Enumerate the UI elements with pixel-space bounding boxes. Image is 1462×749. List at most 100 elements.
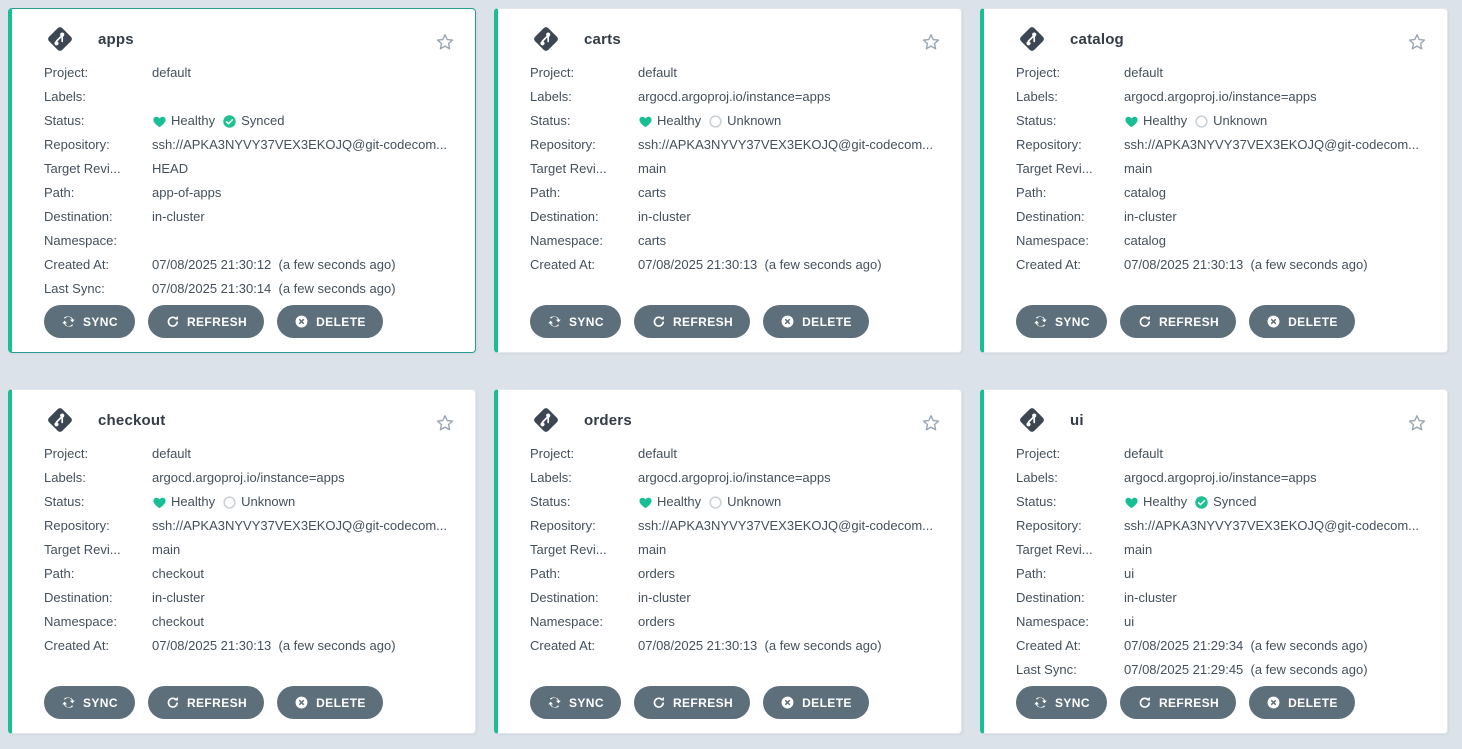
sync-button-label: SYNC bbox=[569, 315, 604, 329]
sync-button[interactable]: SYNC bbox=[530, 686, 621, 719]
field-row-target-revision: Target Revi... HEAD bbox=[44, 157, 447, 181]
field-label: Created At: bbox=[44, 634, 152, 658]
app-title[interactable]: apps bbox=[98, 31, 134, 48]
sync-button[interactable]: SYNC bbox=[530, 305, 621, 338]
delete-button[interactable]: DELETE bbox=[1249, 686, 1355, 719]
field-row-status: Status: Healthy bbox=[44, 109, 447, 133]
card-header: checkout bbox=[44, 402, 447, 438]
field-label: Destination: bbox=[44, 586, 152, 610]
field-value: in-cluster bbox=[152, 586, 205, 610]
app-card-carts[interactable]: carts Project: default Labels: argocd.ar… bbox=[494, 8, 962, 353]
delete-button[interactable]: DELETE bbox=[277, 686, 383, 719]
refresh-button[interactable]: REFRESH bbox=[634, 686, 750, 719]
delete-button[interactable]: DELETE bbox=[277, 305, 383, 338]
field-row-path: Path: ui bbox=[1016, 562, 1419, 586]
field-row-repository: Repository: ssh://APKA3NYVY37VEX3EKOJQ@g… bbox=[44, 133, 447, 157]
field-label: Labels: bbox=[1016, 85, 1124, 109]
app-title[interactable]: ui bbox=[1070, 412, 1084, 429]
sync-button[interactable]: SYNC bbox=[44, 686, 135, 719]
sync-button-label: SYNC bbox=[83, 315, 118, 329]
field-value: in-cluster bbox=[1124, 205, 1177, 229]
field-row-path: Path: catalog bbox=[1016, 181, 1419, 205]
sync-button[interactable]: SYNC bbox=[44, 305, 135, 338]
heart-icon bbox=[638, 495, 653, 510]
sync-status-text: Unknown bbox=[727, 109, 781, 133]
field-row-created-at: Created At: 07/08/2025 21:30:13 (a few s… bbox=[530, 634, 933, 658]
field-label: Target Revi... bbox=[1016, 538, 1124, 562]
star-outline-icon[interactable] bbox=[1406, 31, 1428, 53]
field-row-last-sync: Last Sync: 07/08/2025 21:30:14 (a few se… bbox=[44, 277, 447, 301]
field-row-status: Status: Healthy bbox=[530, 490, 933, 514]
field-value: ssh://APKA3NYVY37VEX3EKOJQ@git-codecom..… bbox=[1124, 514, 1419, 538]
field-value: 07/08/2025 21:30:13 (a few seconds ago) bbox=[638, 253, 882, 277]
field-value: argocd.argoproj.io/instance=apps bbox=[152, 466, 345, 490]
field-row-namespace: Namespace: carts bbox=[530, 229, 933, 253]
card-header: apps bbox=[44, 21, 447, 57]
field-value: 07/08/2025 21:30:13 (a few seconds ago) bbox=[638, 634, 882, 658]
field-row-created-at: Created At: 07/08/2025 21:29:34 (a few s… bbox=[1016, 634, 1419, 658]
refresh-button[interactable]: REFRESH bbox=[1120, 305, 1236, 338]
sync-button[interactable]: SYNC bbox=[1016, 305, 1107, 338]
field-value: argocd.argoproj.io/instance=apps bbox=[638, 466, 831, 490]
refresh-button[interactable]: REFRESH bbox=[1120, 686, 1236, 719]
field-row-project: Project: default bbox=[530, 442, 933, 466]
application-git-diamond-icon bbox=[1016, 404, 1048, 436]
star-outline-icon[interactable] bbox=[434, 31, 456, 53]
refresh-button[interactable]: REFRESH bbox=[148, 686, 264, 719]
sync-status-text: Unknown bbox=[241, 490, 295, 514]
heart-icon bbox=[1124, 495, 1139, 510]
refresh-button[interactable]: REFRESH bbox=[634, 305, 750, 338]
app-title[interactable]: orders bbox=[584, 412, 632, 429]
field-row-target-revision: Target Revi... main bbox=[1016, 157, 1419, 181]
application-git-diamond-icon bbox=[44, 404, 76, 436]
field-label: Target Revi... bbox=[1016, 157, 1124, 181]
delete-button[interactable]: DELETE bbox=[1249, 305, 1355, 338]
star-outline-icon[interactable] bbox=[920, 31, 942, 53]
field-row-project: Project: default bbox=[530, 61, 933, 85]
field-row-labels: Labels: argocd.argoproj.io/instance=apps bbox=[44, 466, 447, 490]
delete-button[interactable]: DELETE bbox=[763, 305, 869, 338]
app-card-checkout[interactable]: checkout Project: default Labels: argocd… bbox=[8, 389, 476, 734]
field-value: orders bbox=[638, 562, 675, 586]
app-card-apps[interactable]: apps Project: default Labels: Status: bbox=[8, 8, 476, 353]
field-row-repository: Repository: ssh://APKA3NYVY37VEX3EKOJQ@g… bbox=[530, 133, 933, 157]
sync-button[interactable]: SYNC bbox=[1016, 686, 1107, 719]
field-label: Status: bbox=[44, 490, 152, 514]
refresh-button-label: REFRESH bbox=[187, 696, 247, 710]
field-value: default bbox=[152, 61, 191, 85]
field-label: Project: bbox=[530, 61, 638, 85]
field-rows: Project: default Labels: argocd.argoproj… bbox=[1016, 61, 1419, 277]
field-label: Target Revi... bbox=[530, 538, 638, 562]
delete-button[interactable]: DELETE bbox=[763, 686, 869, 719]
field-label: Project: bbox=[44, 442, 152, 466]
app-card-ui[interactable]: ui Project: default Labels: argocd.argop… bbox=[980, 389, 1448, 734]
field-value: default bbox=[152, 442, 191, 466]
refresh-button[interactable]: REFRESH bbox=[148, 305, 264, 338]
field-rows: Project: default Labels: argocd.argoproj… bbox=[530, 442, 933, 658]
x-circle-icon bbox=[780, 314, 795, 329]
field-label: Status: bbox=[530, 109, 638, 133]
field-label: Path: bbox=[530, 562, 638, 586]
field-rows: Project: default Labels: Status: Healthy bbox=[44, 61, 447, 301]
card-header: catalog bbox=[1016, 21, 1419, 57]
field-value: carts bbox=[638, 181, 666, 205]
star-outline-icon[interactable] bbox=[434, 412, 456, 434]
sync-status-text: Unknown bbox=[727, 490, 781, 514]
star-outline-icon[interactable] bbox=[1406, 412, 1428, 434]
field-value: in-cluster bbox=[638, 586, 691, 610]
health-status-text: Healthy bbox=[1143, 109, 1187, 133]
field-label: Destination: bbox=[1016, 586, 1124, 610]
field-label: Namespace: bbox=[1016, 229, 1124, 253]
field-row-destination: Destination: in-cluster bbox=[530, 586, 933, 610]
app-card-orders[interactable]: orders Project: default Labels: argocd.a… bbox=[494, 389, 962, 734]
field-value: main bbox=[638, 538, 666, 562]
app-title[interactable]: carts bbox=[584, 31, 621, 48]
redo-arrow-icon bbox=[1137, 314, 1152, 329]
app-card-catalog[interactable]: catalog Project: default Labels: argocd.… bbox=[980, 8, 1448, 353]
star-outline-icon[interactable] bbox=[920, 412, 942, 434]
sync-arrows-icon bbox=[547, 695, 562, 710]
field-label: Target Revi... bbox=[44, 538, 152, 562]
app-title[interactable]: checkout bbox=[98, 412, 165, 429]
refresh-button-label: REFRESH bbox=[673, 315, 733, 329]
app-title[interactable]: catalog bbox=[1070, 31, 1124, 48]
